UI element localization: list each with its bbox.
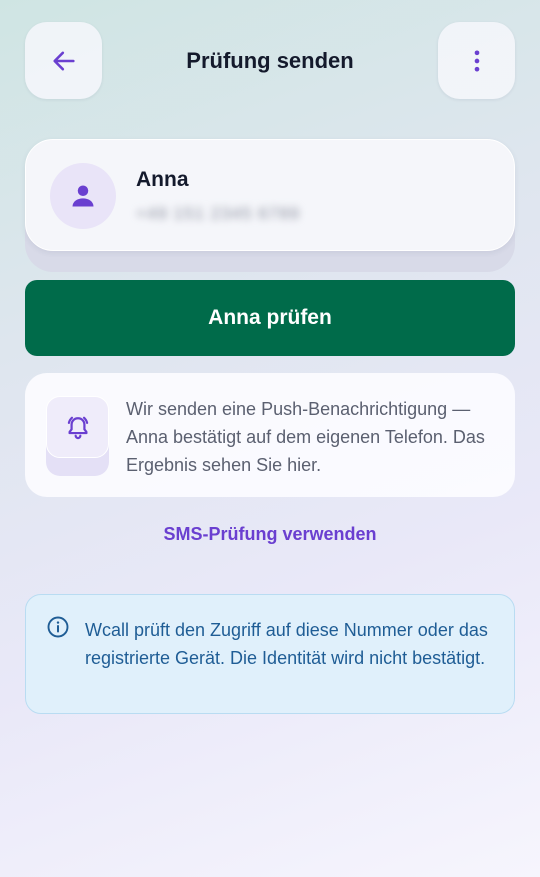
contact-name: Anna [136, 168, 189, 191]
person-icon [72, 185, 94, 207]
use-sms-verification-link[interactable]: SMS-Prüfung verwenden [120, 524, 420, 545]
contact-phone-number: +49 151 2345 6789 [136, 204, 301, 223]
more-vertical-icon [474, 50, 479, 71]
contact-card-surface: Anna +49 151 2345 6789 [25, 139, 515, 251]
info-notice: Wcall prüft den Zugriff auf diese Nummer… [25, 594, 515, 714]
push-info-card: Wir senden eine Push-Benachrichtigung — … [25, 373, 515, 497]
arrow-left-icon [52, 51, 75, 70]
page-title: Prüfung senden [186, 48, 354, 73]
avatar [50, 163, 116, 229]
back-button[interactable] [25, 22, 102, 99]
bell-badge-surface [46, 396, 109, 458]
verify-contact-button[interactable]: Anna prüfen [25, 280, 515, 356]
top-app-bar: Prüfung senden [0, 0, 540, 120]
more-options-button[interactable] [438, 22, 515, 99]
bell-ringing-icon [67, 416, 88, 440]
info-icon [47, 616, 69, 638]
bell-badge [46, 396, 109, 478]
contact-card: Anna +49 151 2345 6789 [25, 139, 515, 273]
push-info-text: Wir senden eine Push-Benachrichtigung — … [126, 399, 485, 475]
info-notice-text: Wcall prüft den Zugriff auf diese Nummer… [85, 620, 488, 668]
